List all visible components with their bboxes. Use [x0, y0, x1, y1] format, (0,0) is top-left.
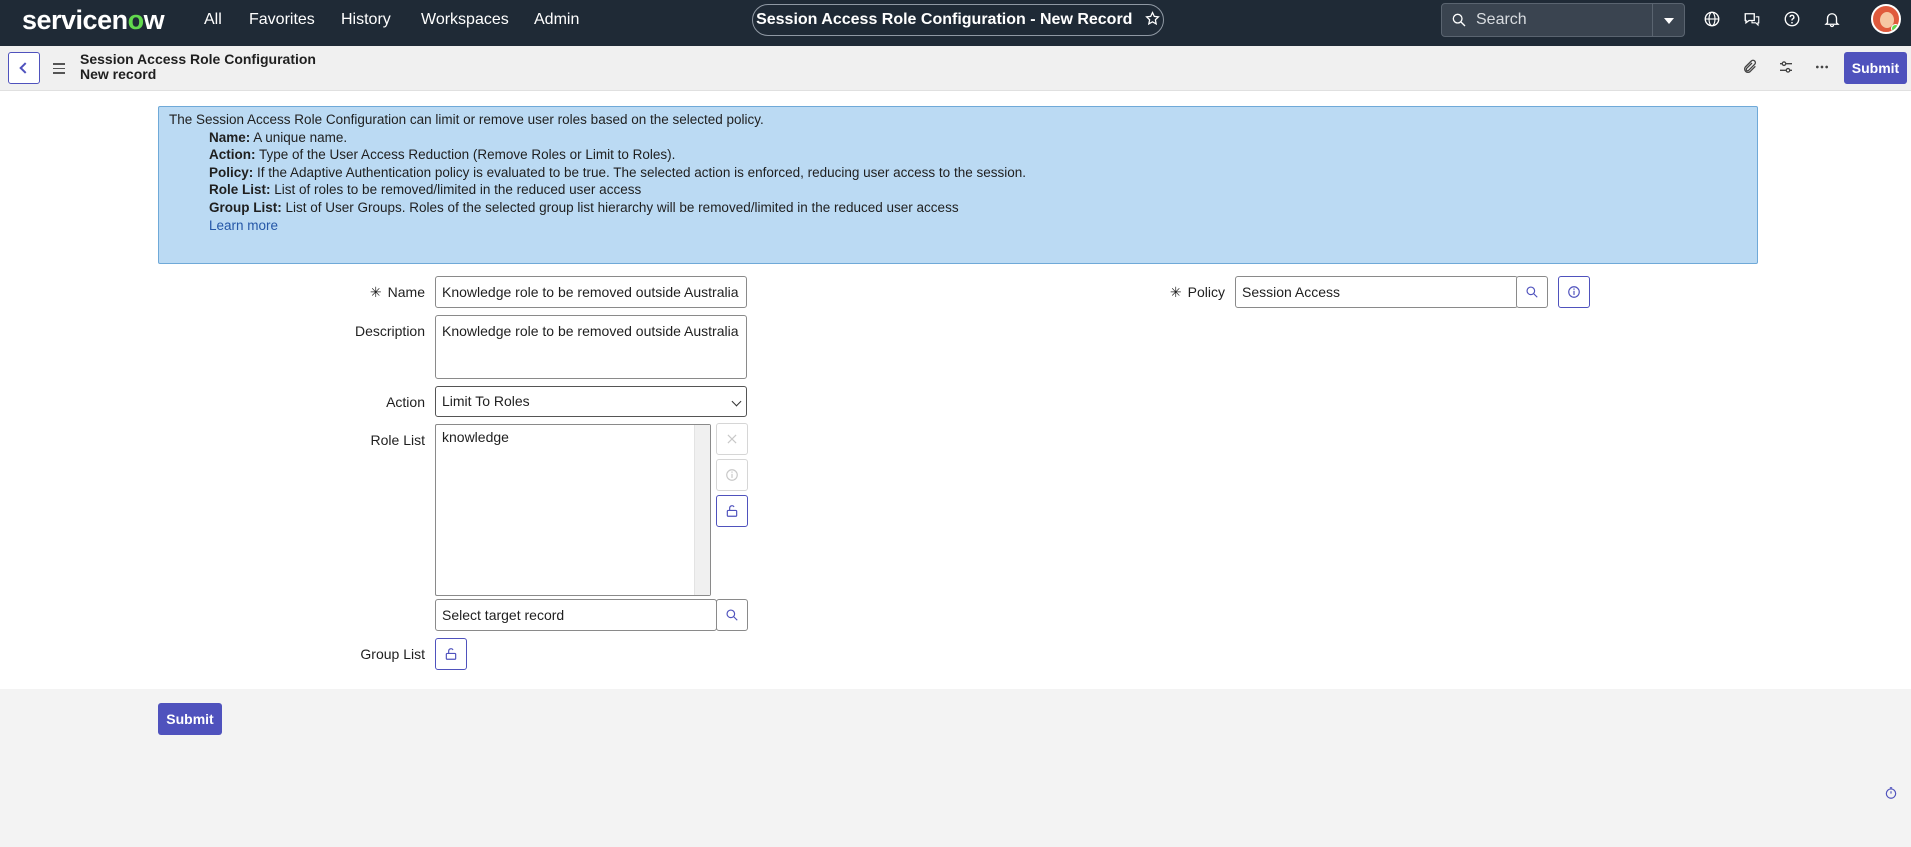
required-icon: ✳	[369, 284, 382, 300]
policy-info-button[interactable]	[1558, 276, 1590, 308]
info-icon	[726, 469, 738, 481]
info-intro: The Session Access Role Configuration ca…	[169, 112, 764, 127]
nav-workspaces[interactable]: Workspaces	[421, 0, 509, 40]
help-icon[interactable]	[1783, 10, 1803, 30]
policy-label: ✳ Policy	[1169, 284, 1225, 300]
top-nav: servicenow All Favorites History Workspa…	[0, 0, 1911, 46]
more-icon[interactable]	[1814, 59, 1832, 77]
search-icon	[1526, 286, 1538, 298]
close-icon	[727, 434, 737, 444]
chat-icon[interactable]	[1743, 10, 1763, 30]
nav-favorites[interactable]: Favorites	[249, 0, 315, 40]
chevron-down-icon	[731, 396, 742, 407]
search-scope-dropdown[interactable]	[1652, 4, 1684, 36]
name-label: ✳ Name	[369, 284, 425, 300]
action-selected-value: Limit To Roles	[442, 393, 530, 409]
global-search[interactable]: Search	[1441, 3, 1685, 37]
role-list-label: Role List	[370, 432, 425, 448]
search-icon	[726, 609, 738, 621]
record-header-title: Session Access Role Configuration New re…	[80, 52, 316, 82]
nav-admin[interactable]: Admin	[534, 0, 579, 40]
record-header: Session Access Role Configuration New re…	[0, 46, 1911, 91]
action-label: Action	[386, 394, 425, 410]
group-unlock-button[interactable]	[435, 638, 467, 670]
info-item-role-list: Role List: List of roles to be removed/l…	[209, 182, 642, 198]
timer-icon[interactable]	[1884, 786, 1898, 800]
select-target-record-input[interactable]: Select target record	[435, 599, 717, 631]
menu-icon[interactable]	[53, 63, 65, 77]
globe-icon[interactable]	[1703, 10, 1723, 30]
search-input[interactable]: Search	[1476, 4, 1527, 36]
role-info-button[interactable]	[716, 459, 748, 491]
description-label: Description	[354, 323, 425, 339]
group-list-label: Group List	[360, 646, 425, 662]
search-icon	[1451, 12, 1467, 31]
nav-history[interactable]: History	[341, 0, 391, 40]
avatar[interactable]	[1871, 4, 1901, 34]
nav-all[interactable]: All	[204, 0, 222, 40]
target-record-lookup-button[interactable]	[716, 599, 748, 631]
info-item-group-list: Group List: List of User Groups. Roles o…	[209, 199, 959, 215]
unlock-icon	[445, 648, 457, 660]
role-list-item[interactable]: knowledge	[442, 429, 509, 445]
info-item-action: Action: Type of the User Access Reductio…	[209, 147, 676, 163]
info-icon	[1568, 286, 1580, 298]
remove-role-button[interactable]	[716, 423, 748, 455]
paperclip-icon[interactable]	[1742, 59, 1760, 77]
record-title: Session Access Role Configuration - New …	[756, 11, 1133, 28]
back-button[interactable]	[8, 52, 40, 84]
presence-dot	[1891, 24, 1899, 32]
role-unlock-button[interactable]	[716, 495, 748, 527]
role-list-box[interactable]: knowledge	[435, 424, 711, 596]
submit-button-bottom[interactable]: Submit	[158, 703, 222, 735]
submit-button-top[interactable]: Submit	[1844, 52, 1907, 84]
bell-icon[interactable]	[1823, 10, 1843, 30]
info-item-policy: Policy: If the Adaptive Authentication p…	[209, 164, 1026, 180]
action-select[interactable]: Limit To Roles	[435, 386, 747, 417]
form-subtitle: New record	[80, 66, 157, 82]
star-icon[interactable]	[1145, 7, 1160, 37]
info-item-name: Name: A unique name.	[209, 129, 348, 145]
required-icon: ✳	[1169, 284, 1182, 300]
servicenow-logo[interactable]: servicenow	[22, 4, 165, 36]
back-icon	[19, 62, 31, 74]
record-title-pill: Session Access Role Configuration - New …	[752, 4, 1164, 36]
description-textarea[interactable]: Knowledge role to be removed outside Aus…	[435, 315, 747, 379]
settings-sliders-icon[interactable]	[1778, 59, 1796, 77]
info-list: Name: A unique name. Action: Type of the…	[169, 129, 1747, 235]
form-title: Session Access Role Configuration	[80, 51, 316, 67]
role-list-scrollbar[interactable]	[694, 425, 710, 595]
unlock-icon	[726, 505, 738, 517]
learn-more-link[interactable]: Learn more	[209, 217, 1747, 235]
info-message: The Session Access Role Configuration ca…	[158, 106, 1758, 264]
policy-lookup-button[interactable]	[1516, 276, 1548, 308]
name-input[interactable]: Knowledge role to be removed outside Aus…	[435, 276, 747, 308]
policy-input[interactable]: Session Access	[1235, 276, 1518, 308]
